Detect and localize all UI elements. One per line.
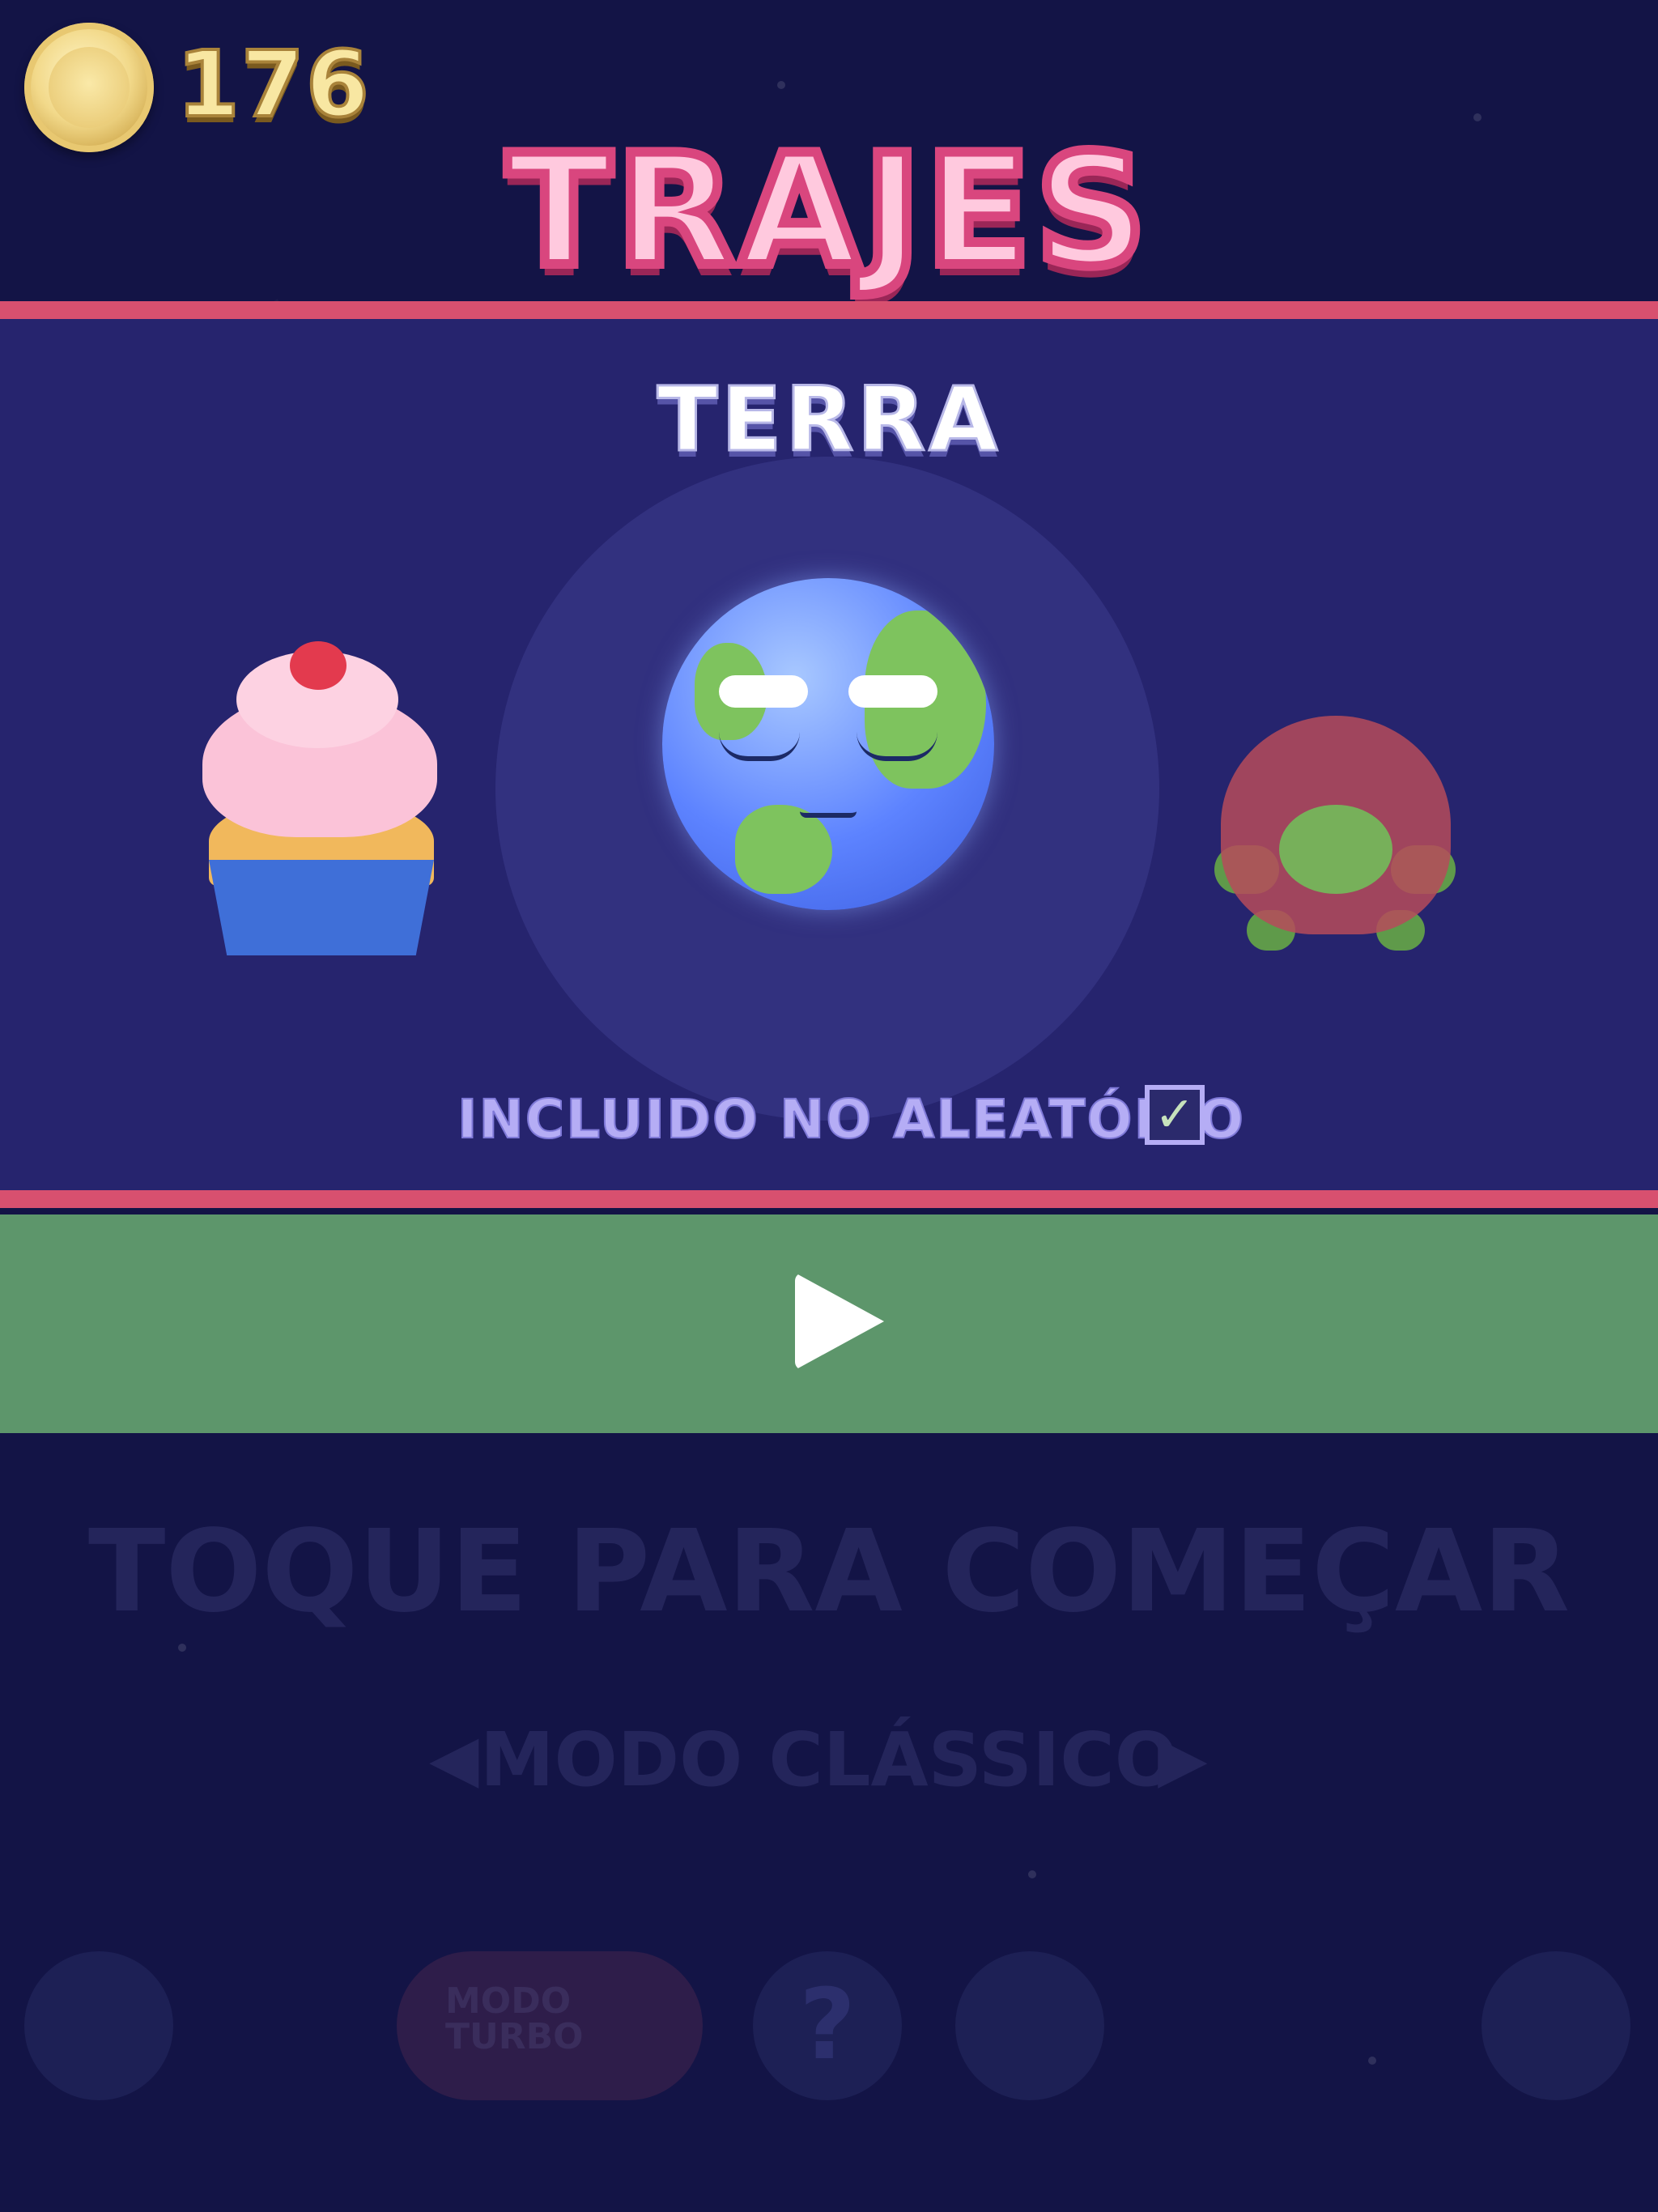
help-icon: ? (753, 1951, 902, 2100)
play-icon (795, 1273, 884, 1370)
earth-cloud-eyebrow (848, 675, 937, 708)
turbo-mode-button: MODO TURBO (397, 1951, 703, 2100)
turbo-label-line1: MODO (445, 1980, 572, 2022)
earth-land (735, 805, 832, 894)
color-wheel-icon (24, 1951, 173, 2100)
earth-mouth (800, 805, 857, 818)
random-include-checkbox[interactable]: ✓ (1145, 1085, 1205, 1145)
play-button[interactable] (0, 1214, 1658, 1433)
bg-star (178, 1644, 186, 1652)
cupcake-wrapper (209, 860, 434, 955)
random-include-label: INCLUIDO NO ALEATÓRIO (457, 1087, 1246, 1151)
page-title: TRAJES (502, 117, 1152, 305)
earth-cloud-eyebrow (719, 675, 808, 708)
costume-panel: TERRA INCLUIDO NO ALEATÓRIO ✓ (0, 301, 1658, 1208)
turtle-head (1279, 805, 1392, 894)
bg-star (1473, 113, 1482, 121)
character-face-icon (955, 1951, 1104, 2100)
turbo-label-line2: TURBO (445, 2016, 584, 2057)
gear-icon (1482, 1951, 1630, 2100)
bg-star (1368, 2057, 1376, 2065)
tap-to-start-text: TOQUE PARA COMEÇAR (87, 1506, 1571, 1638)
bg-star (777, 81, 785, 89)
costume-name: TERRA (656, 367, 1001, 473)
bg-star (1028, 1870, 1036, 1878)
earth-eye (719, 732, 800, 761)
coin-face (49, 47, 130, 128)
cupcake-cherry (290, 641, 346, 690)
mode-next-arrow: ▶ (1158, 1721, 1208, 1796)
mode-label: MODO CLÁSSICO (479, 1716, 1179, 1803)
costume-earth[interactable] (662, 578, 994, 910)
